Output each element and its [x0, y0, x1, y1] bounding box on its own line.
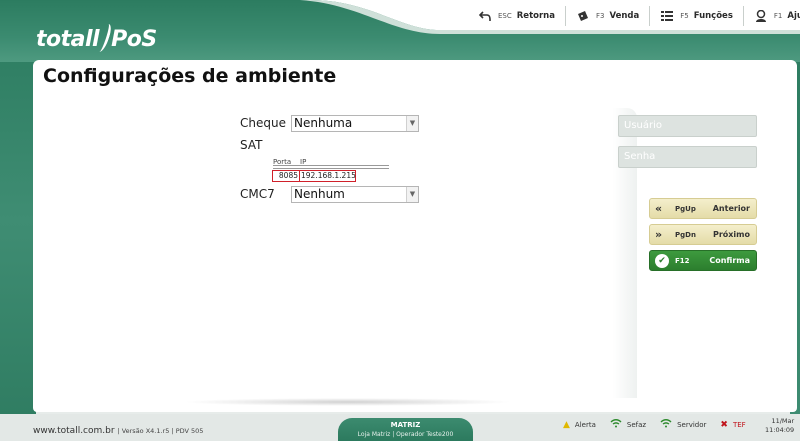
toolbar-funcoes-button[interactable]: F5 Funções: [649, 6, 743, 26]
store-operator: Loja Matriz | Operador Teste200: [357, 431, 454, 438]
check-circle-icon: ✔: [655, 253, 669, 268]
cheque-select[interactable]: Nenhuma ▼: [291, 115, 419, 132]
sat-ip-input[interactable]: 192.168.1.215: [299, 170, 356, 182]
logo-text-left: totall: [36, 27, 100, 52]
cmc7-label: CMC7: [240, 187, 275, 201]
toolbar-key: F5: [680, 12, 689, 20]
double-chevron-right-icon: »: [655, 228, 663, 241]
help-person-icon: [754, 9, 768, 23]
sat-label: SAT: [240, 138, 263, 152]
form-panel: Cheque Nenhuma ▼ SAT Porta IP 8085 192.1…: [33, 108, 637, 398]
site-url: www.totall.com.br | Versão X4.1.r5 | PDV…: [33, 426, 203, 436]
button-label: Próximo: [712, 230, 750, 239]
sat-header-line: [273, 168, 389, 169]
cheque-select-value: Nenhuma: [294, 116, 353, 130]
button-key: PgUp: [675, 204, 696, 213]
proximo-button[interactable]: » PgDn Próximo: [649, 224, 757, 245]
version-info: | Versão X4.1.r5 | PDV 505: [117, 427, 204, 435]
page-title: Configurações de ambiente: [43, 65, 337, 87]
close-icon: ✖: [720, 420, 728, 430]
status-tef[interactable]: ✖ TEF: [720, 420, 745, 430]
store-name: MATRIZ: [390, 421, 421, 429]
warning-icon: ▲: [563, 420, 570, 430]
cmc7-select[interactable]: Nenhum ▼: [291, 186, 419, 203]
toolbar-label: Ajuda: [787, 11, 800, 21]
clock: 11/Mar 11:04:09: [765, 417, 794, 435]
clock-date: 11/Mar: [771, 417, 795, 425]
cheque-label: Cheque: [240, 116, 286, 130]
site-url-link[interactable]: www.totall.com.br: [33, 426, 115, 436]
totall-pos-logo: totall PoS: [36, 24, 157, 52]
password-input[interactable]: Senha: [618, 146, 757, 168]
clock-time: 11:04:09: [765, 426, 795, 434]
toolbar-ajuda-button[interactable]: F1 Ajuda: [742, 6, 800, 26]
toolbar-key: F3: [595, 12, 605, 20]
sat-port-input[interactable]: 8085: [272, 170, 300, 182]
panel-shadow: [183, 398, 513, 406]
toolbar-retorna-button[interactable]: ESC Retorna: [468, 6, 565, 26]
toolbar: ESC Retorna F3 Venda F5 Funções F1 Ajuda: [468, 6, 800, 26]
double-chevron-left-icon: «: [655, 202, 663, 215]
toolbar-label: Venda: [609, 11, 640, 21]
back-arrow-icon: [478, 9, 492, 23]
sat-header-line: [273, 165, 389, 166]
user-input[interactable]: Usuário: [618, 115, 757, 137]
status-bar: ▲ Alerta Sefaz Servidor ✖ TEF: [563, 418, 760, 432]
wifi-icon: [610, 419, 622, 431]
chevron-down-icon[interactable]: ▼: [406, 116, 418, 131]
chevron-down-icon[interactable]: ▼: [406, 187, 418, 202]
status-sefaz[interactable]: Sefaz: [610, 419, 646, 431]
left-decor-band: [0, 0, 36, 441]
header: totall PoS ESC Retorna F3 Venda F5 Funçõe…: [0, 0, 800, 62]
status-alerta[interactable]: ▲ Alerta: [563, 420, 596, 430]
logo-text-right: PoS: [111, 27, 157, 52]
status-label: Servidor: [677, 421, 707, 429]
button-key: F12: [675, 256, 690, 265]
list-icon: [660, 9, 674, 23]
toolbar-key: F1: [773, 12, 783, 20]
status-servidor[interactable]: Servidor: [660, 419, 706, 431]
status-label: Alerta: [574, 421, 596, 429]
toolbar-label: Funções: [693, 11, 733, 21]
store-tab: MATRIZ Loja Matriz | Operador Teste200: [338, 418, 473, 441]
toolbar-key: ESC: [498, 12, 512, 20]
status-label: TEF: [732, 421, 746, 429]
toolbar-label: Retorna: [516, 11, 555, 21]
button-key: PgDn: [675, 230, 696, 239]
cmc7-select-value: Nenhum: [294, 187, 345, 201]
wifi-icon: [660, 419, 672, 431]
button-label: Confirma: [709, 256, 750, 265]
ticket-icon: [576, 9, 590, 23]
confirma-button[interactable]: ✔ F12 Confirma: [649, 250, 757, 271]
status-label: Sefaz: [626, 421, 647, 429]
anterior-button[interactable]: « PgUp Anterior: [649, 198, 757, 219]
button-label: Anterior: [712, 204, 750, 213]
toolbar-venda-button[interactable]: F3 Venda: [564, 6, 649, 26]
